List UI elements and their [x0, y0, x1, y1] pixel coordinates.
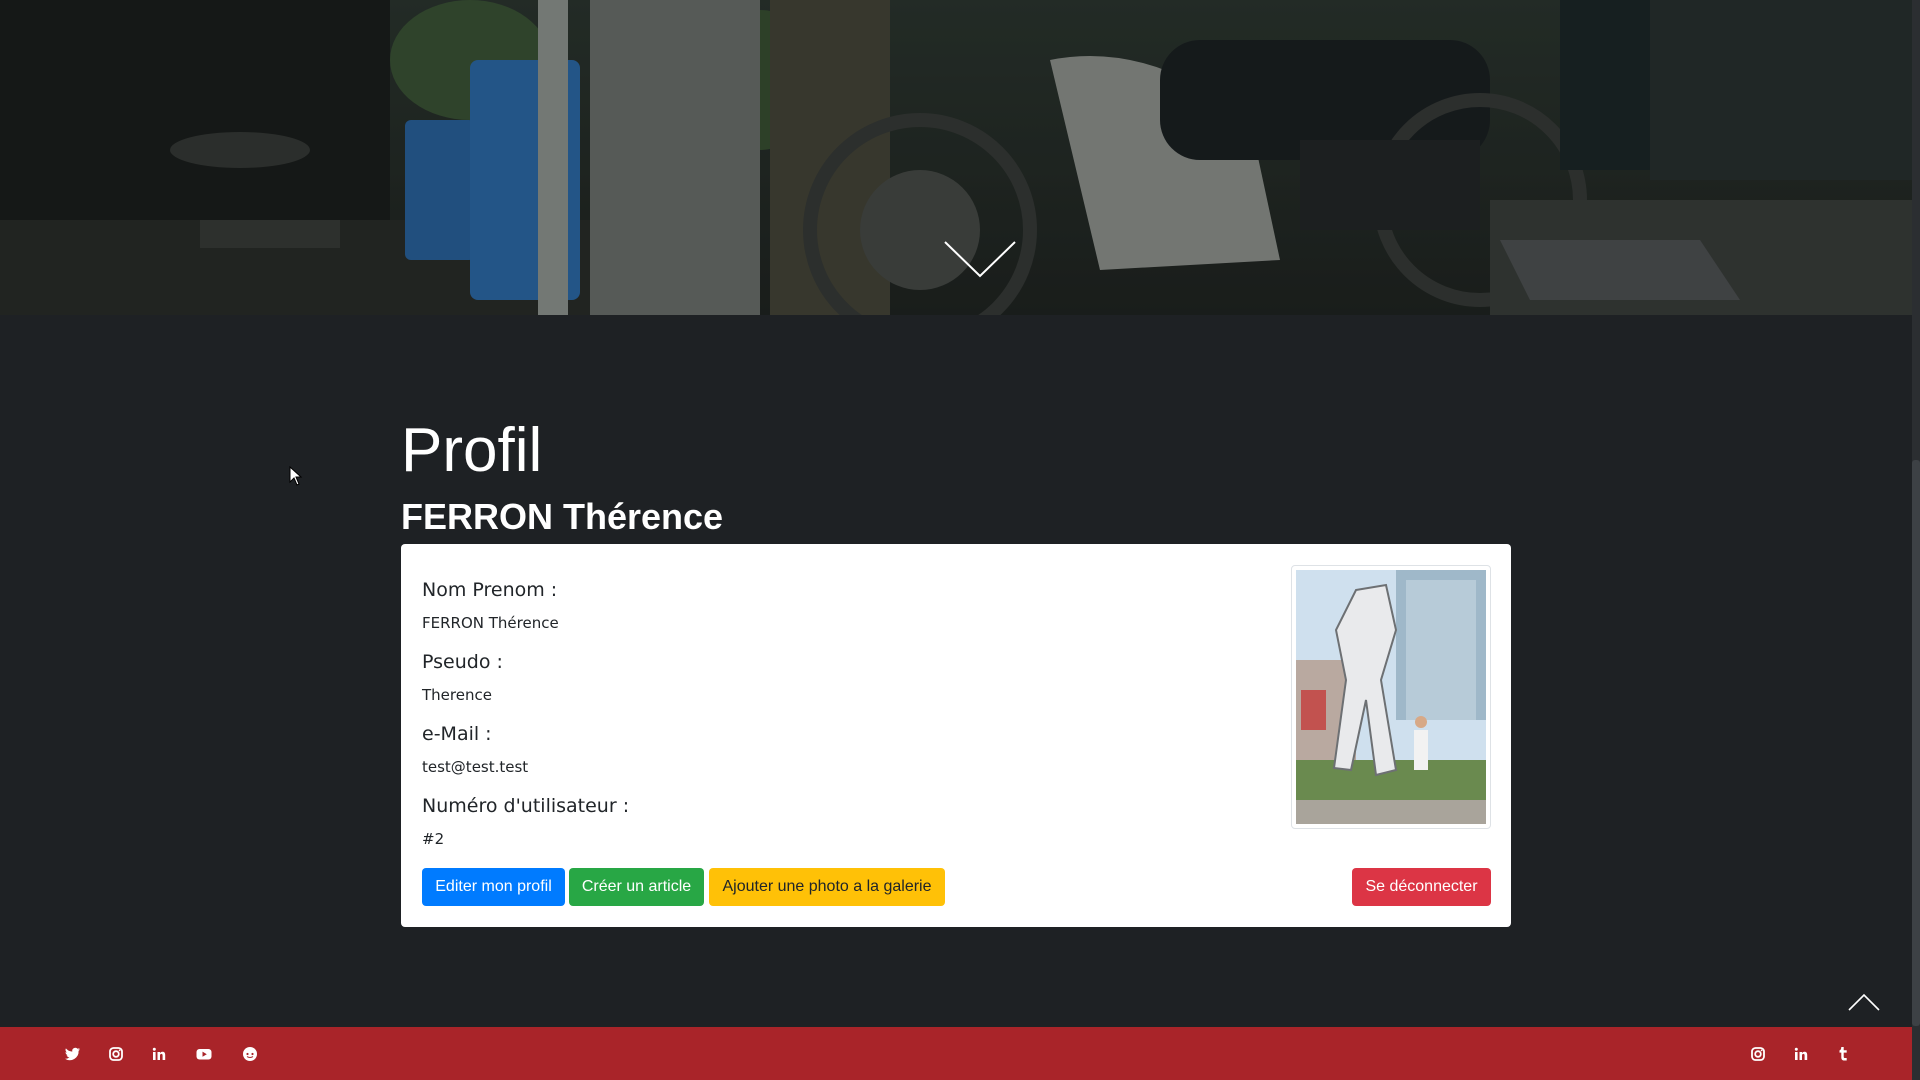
instagram-icon[interactable]: [105, 1043, 127, 1065]
footer: [0, 1027, 1912, 1080]
profile-user-name: FERRON Thérence: [401, 496, 724, 537]
email-label: e-Mail :: [422, 723, 492, 745]
user-number-value: #2: [422, 830, 445, 848]
twitter-icon[interactable]: [61, 1043, 83, 1065]
name-label: Nom Prenom :: [422, 579, 558, 601]
email-value: test@test.test: [422, 758, 529, 776]
logout-button[interactable]: Se déconnecter: [1352, 868, 1491, 906]
tumblr-icon[interactable]: [1832, 1043, 1854, 1065]
page-title: Profil: [401, 416, 543, 485]
edit-profile-button[interactable]: Editer mon profil: [422, 868, 565, 906]
add-gallery-photo-button[interactable]: Ajouter une photo a la galerie: [709, 868, 945, 906]
linkedin-icon[interactable]: [148, 1043, 170, 1065]
youtube-icon[interactable]: [193, 1043, 215, 1065]
user-number-label: Numéro d'utilisateur :: [422, 795, 630, 817]
profile-photo: [1291, 565, 1491, 829]
scrollbar-thumb[interactable]: [1912, 460, 1920, 1026]
pseudo-label: Pseudo :: [422, 651, 503, 673]
scroll-down-chevron-icon[interactable]: [943, 240, 1017, 280]
mouse-pointer-icon: [289, 465, 303, 486]
back-to-top-chevron-icon[interactable]: [1848, 992, 1880, 1012]
linkedin-icon[interactable]: [1790, 1043, 1812, 1065]
instagram-icon[interactable]: [1747, 1043, 1769, 1065]
profile-card: Nom Prenom : FERRON Thérence Pseudo : Th…: [401, 544, 1511, 927]
reddit-icon[interactable]: [239, 1043, 261, 1065]
profile-photo-image: [1296, 570, 1486, 824]
name-value: FERRON Thérence: [422, 614, 559, 632]
page-scrollbar[interactable]: [1912, 0, 1920, 1080]
hero-banner: [0, 0, 1912, 315]
create-article-button[interactable]: Créer un article: [569, 868, 704, 906]
pseudo-value: Therence: [422, 686, 492, 704]
